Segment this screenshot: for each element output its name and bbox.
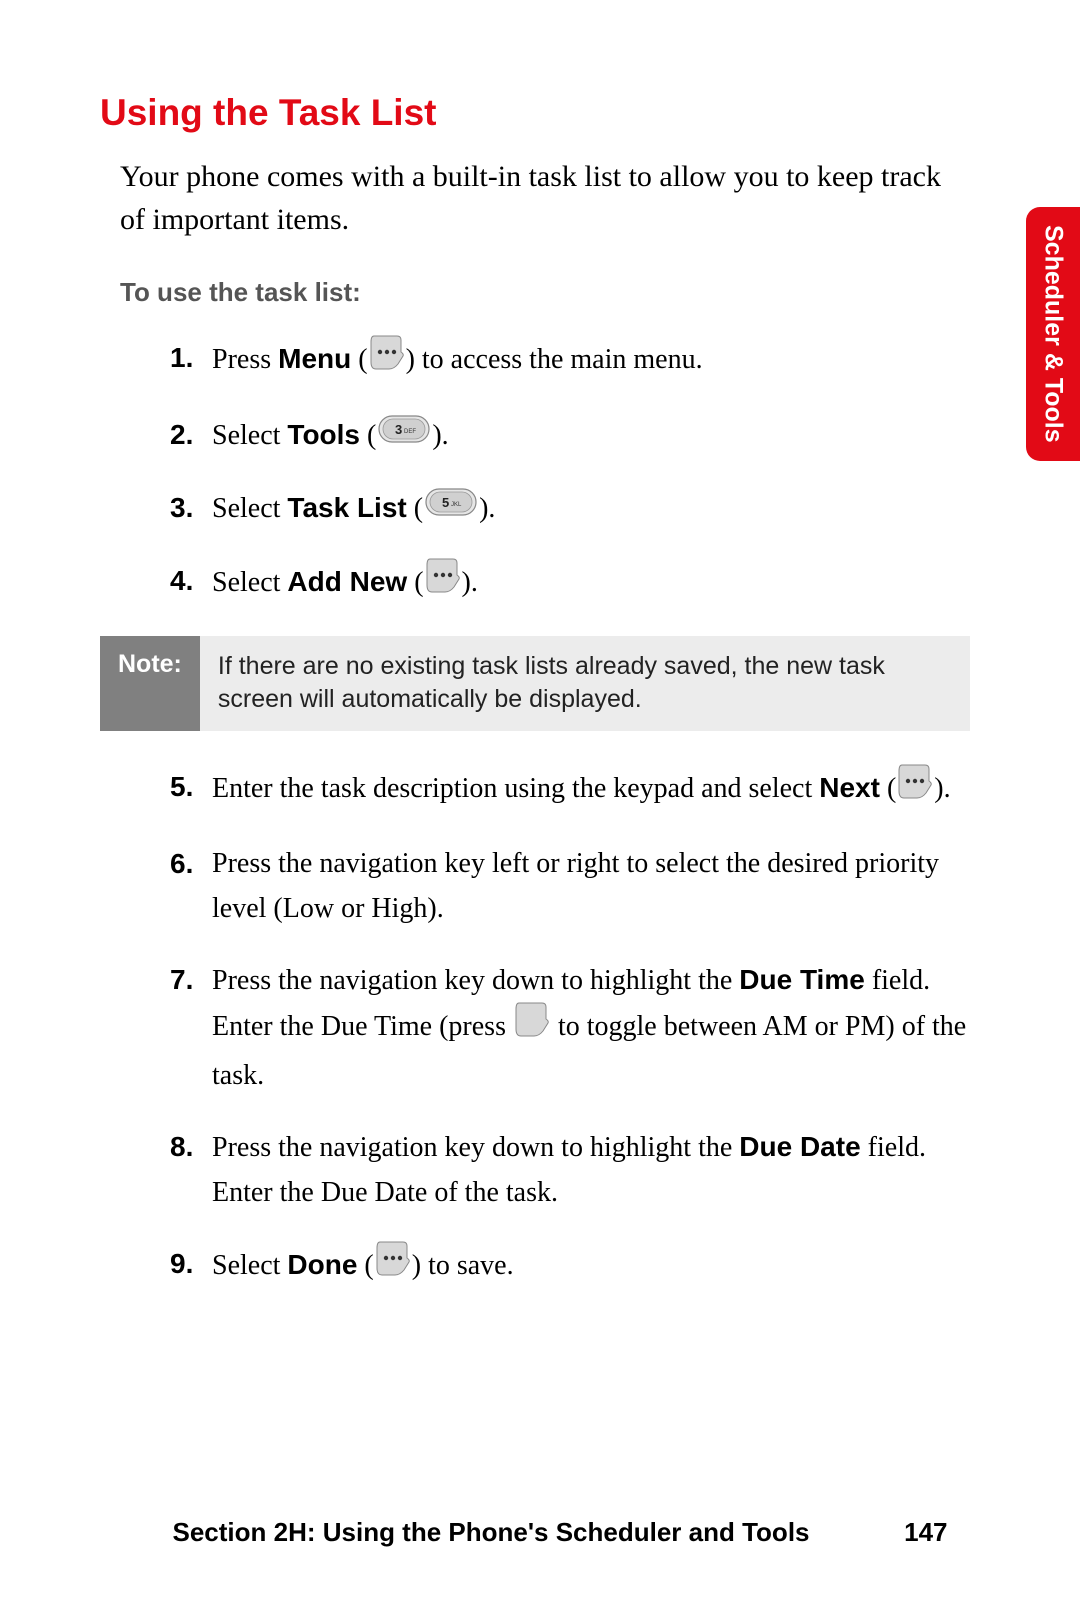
text-fragment: ( [880, 773, 896, 804]
step-9: 9. Select Done ( ) to save. [170, 1242, 970, 1293]
text-fragment: ). [432, 420, 448, 451]
page-footer: Section 2H: Using the Phone's Scheduler … [0, 1517, 1080, 1548]
softkey-dots-icon [370, 334, 404, 385]
step-text: Press the navigation key down to highlig… [212, 1125, 970, 1216]
text-fragment: ( [407, 493, 423, 524]
text-fragment: Enter the task description using the key… [212, 773, 819, 804]
step-text: Press the navigation key down to highlig… [212, 958, 970, 1099]
step-6: 6. Press the navigation key left or righ… [170, 842, 970, 932]
text-fragment: ). [934, 773, 950, 804]
step-text: Select Add New (). [212, 559, 970, 610]
text-fragment: ( [351, 344, 367, 375]
text-fragment: ) to save. [412, 1249, 514, 1280]
bold-term: Add New [287, 566, 407, 597]
text-fragment: Select [212, 493, 287, 524]
note-box: Note: If there are no existing task list… [100, 636, 970, 732]
softkey-dots-icon [898, 763, 932, 814]
svg-text:3: 3 [395, 422, 402, 437]
step-number: 2. [170, 413, 212, 458]
step-4: 4. Select Add New (). [170, 559, 970, 610]
step-text: Select Tools (3DEF). [212, 413, 970, 460]
bold-term: Due Date [739, 1131, 860, 1162]
text-fragment: Press [212, 344, 278, 375]
step-1: 1. Press Menu ( ) to access the main menu… [170, 336, 970, 387]
step-text: Press Menu ( ) to access the main menu. [212, 336, 970, 387]
text-fragment: ( [357, 1249, 373, 1280]
text-fragment: ( [360, 420, 376, 451]
step-3: 3. Select Task List (5JKL). [170, 486, 970, 533]
page-heading: Using the Task List [100, 92, 970, 134]
svg-text:JKL: JKL [451, 502, 462, 508]
bold-term: Due Time [739, 964, 865, 995]
note-text: If there are no existing task lists alre… [200, 636, 970, 732]
step-text: Select Task List (5JKL). [212, 486, 970, 533]
bold-term: Next [819, 772, 880, 803]
softkey-plain-icon [515, 1001, 549, 1052]
text-fragment: Select [212, 1249, 287, 1280]
text-fragment: Select [212, 420, 287, 451]
step-number: 7. [170, 958, 212, 1003]
page-number: 147 [888, 1517, 948, 1548]
step-number: 9. [170, 1242, 212, 1287]
step-text: Press the navigation key left or right t… [212, 842, 970, 932]
step-number: 8. [170, 1125, 212, 1170]
text-fragment: ( [407, 567, 423, 598]
side-tab: Scheduler & Tools [1026, 207, 1080, 461]
step-2: 2. Select Tools (3DEF). [170, 413, 970, 460]
text-fragment: ). [462, 567, 478, 598]
intro-paragraph: Your phone comes with a built-in task li… [100, 156, 970, 241]
svg-text:DEF: DEF [404, 429, 416, 435]
side-tab-label: Scheduler & Tools [1039, 225, 1068, 443]
bold-term: Menu [278, 343, 351, 374]
keycap-3-icon: 3DEF [378, 413, 430, 458]
bold-term: Task List [287, 492, 406, 523]
step-5: 5. Enter the task description using the … [170, 765, 970, 816]
keycap-5-icon: 5JKL [425, 486, 477, 531]
text-fragment: ). [479, 493, 495, 524]
footer-section: Section 2H: Using the Phone's Scheduler … [172, 1517, 809, 1548]
step-7: 7. Press the navigation key down to high… [170, 958, 970, 1099]
svg-text:5: 5 [442, 495, 449, 510]
text-fragment: Select [212, 567, 287, 598]
step-number: 5. [170, 765, 212, 810]
step-8: 8. Press the navigation key down to high… [170, 1125, 970, 1216]
text-fragment: Press the navigation key down to highlig… [212, 1132, 739, 1163]
softkey-dots-icon [426, 557, 460, 608]
text-fragment: ) to access the main menu. [406, 344, 703, 375]
note-label: Note: [100, 636, 200, 732]
bold-term: Tools [287, 419, 360, 450]
step-number: 4. [170, 559, 212, 604]
bold-term: Done [287, 1248, 357, 1279]
step-number: 3. [170, 486, 212, 531]
subheading: To use the task list: [100, 277, 970, 308]
step-number: 6. [170, 842, 212, 887]
softkey-dots-icon [376, 1240, 410, 1291]
step-text: Enter the task description using the key… [212, 765, 970, 816]
step-text: Select Done ( ) to save. [212, 1242, 970, 1293]
step-number: 1. [170, 336, 212, 381]
text-fragment: Press the navigation key down to highlig… [212, 965, 739, 996]
